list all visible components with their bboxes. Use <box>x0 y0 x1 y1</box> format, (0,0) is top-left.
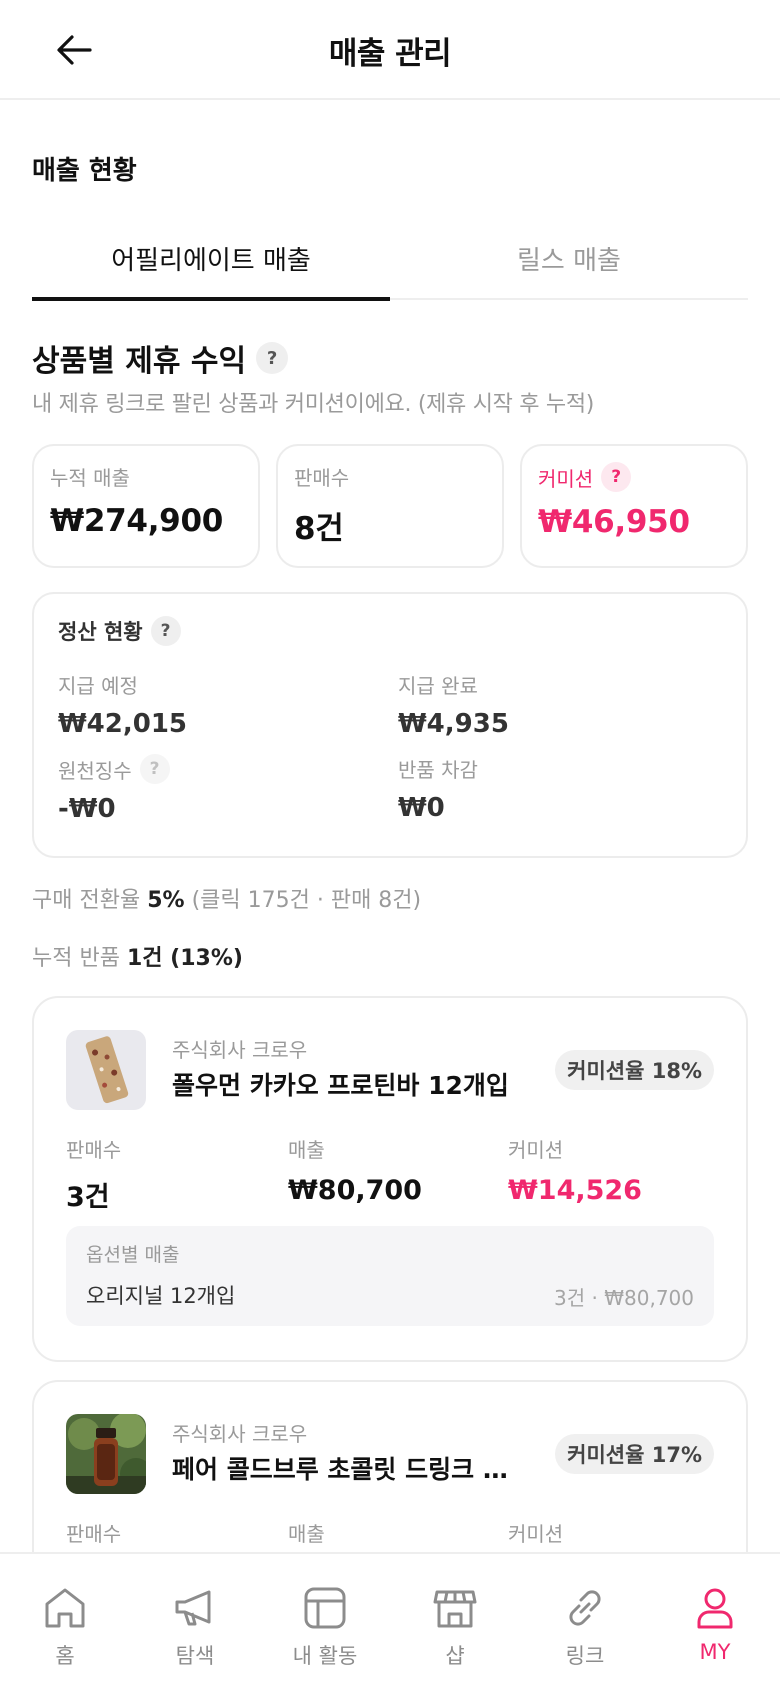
scheduled-value: ₩42,015 <box>58 709 188 739</box>
product-sales: 판매수 3건 <box>66 1134 121 1214</box>
nav-home[interactable]: 홈 <box>0 1554 130 1688</box>
layout-icon <box>301 1584 349 1632</box>
return-deduction: 반품 차감 ₩0 <box>398 754 478 823</box>
product-sales-label: 판매수 <box>66 1522 122 1546</box>
nav-shop-label: 샵 <box>445 1644 465 1668</box>
return-deduction-value: ₩0 <box>398 793 445 823</box>
sales-count-label: 판매수 <box>294 466 350 490</box>
settlement-title: 정산 현황 ? <box>58 616 181 646</box>
product-name: 페어 콜드브루 초콜릿 드링크 1... <box>172 1455 522 1484</box>
withholding-label: 원천징수 <box>58 758 132 783</box>
option-sales-header: 옵션별 매출 <box>86 1244 180 1266</box>
product-revenue: 매출 <box>288 1518 325 1547</box>
nav-activity-label: 내 활동 <box>292 1644 358 1668</box>
bottom-nav: 홈 탐색 내 활동 샵 링크 MY <box>0 1552 780 1688</box>
product-revenue-value: ₩80,700 <box>288 1175 422 1206</box>
link-icon <box>561 1584 609 1632</box>
page-title: 매출 관리 <box>328 36 452 72</box>
product-sales: 판매수 <box>66 1518 121 1547</box>
profit-title: 상품별 제휴 수익 ? <box>32 336 289 380</box>
conversion-rate: 구매 전환율 5% (클릭 175건 · 판매 8건) <box>32 882 421 914</box>
sales-count-card: 판매수 8건 <box>276 444 504 568</box>
withholding-value: -₩0 <box>58 794 116 824</box>
withholding: 원천징수 ? -₩0 <box>58 754 170 824</box>
completed-value: ₩4,935 <box>398 709 509 739</box>
conversion-label: 구매 전환율 <box>32 888 141 913</box>
cumulative-sales-card: 누적 매출 ₩274,900 <box>32 444 260 568</box>
commission-card: 커미션 ? ₩46,950 <box>520 444 748 568</box>
product-commission-value: ₩14,526 <box>508 1175 642 1206</box>
product-revenue-label: 매출 <box>288 1138 325 1162</box>
product-sales-label: 판매수 <box>66 1138 122 1162</box>
company-name: 주식회사 크로우 <box>172 1038 308 1062</box>
profit-description: 내 제휴 링크로 팔린 상품과 커미션이에요. (제휴 시작 후 누적) <box>32 392 595 417</box>
product-commission: 커미션 ₩14,526 <box>508 1134 642 1206</box>
commission-rate-badge: 커미션율 17% <box>555 1434 714 1474</box>
product-commission-label: 커미션 <box>508 1522 564 1546</box>
product-thumbnail <box>66 1030 146 1110</box>
completed-label: 지급 완료 <box>398 674 478 698</box>
user-icon <box>691 1584 739 1632</box>
sales-tabs: 어필리에이트 매출 릴스 매출 <box>32 228 748 301</box>
nav-my[interactable]: MY <box>650 1554 780 1688</box>
product-card[interactable]: 주식회사 크로우 폴우먼 카카오 프로틴바 12개입 커미션율 18% 판매수 … <box>32 996 748 1362</box>
tab-reels-sales[interactable]: 릴스 매출 <box>390 228 748 298</box>
option-sales-box: 옵션별 매출 오리지널 12개입 3건 · ₩80,700 <box>66 1226 714 1326</box>
scheduled-label: 지급 예정 <box>58 674 138 698</box>
return-deduction-label: 반품 차감 <box>398 758 478 782</box>
commission-label-row: 커미션 ? <box>538 462 730 492</box>
profit-title-text: 상품별 제휴 수익 <box>32 344 247 379</box>
product-revenue-label: 매출 <box>288 1522 325 1546</box>
option-value: 3건 · ₩80,700 <box>554 1286 694 1310</box>
cumulative-sales-label: 누적 매출 <box>50 466 130 490</box>
product-sales-value: 3건 <box>66 1182 110 1213</box>
cumulative-sales-value: ₩274,900 <box>50 503 223 539</box>
returns-value: 1건 (13%) <box>126 946 243 971</box>
nav-activity[interactable]: 내 활동 <box>260 1554 390 1688</box>
product-name: 폴우먼 카카오 프로틴바 12개입 <box>172 1071 509 1100</box>
home-icon <box>41 1584 89 1632</box>
conversion-value: 5% <box>147 888 185 913</box>
nav-link[interactable]: 링크 <box>520 1554 650 1688</box>
settlement-title-text: 정산 현황 <box>58 620 143 644</box>
sales-count-value: 8건 <box>294 511 344 547</box>
commission-rate-badge: 커미션율 18% <box>555 1050 714 1090</box>
tab-affiliate-sales[interactable]: 어필리에이트 매출 <box>32 228 390 301</box>
product-commission: 커미션 <box>508 1518 563 1547</box>
commission-label: 커미션 <box>538 466 594 491</box>
nav-shop[interactable]: 샵 <box>390 1554 520 1688</box>
settlement-card: 정산 현황 ? 지급 예정 ₩42,015 지급 완료 ₩4,935 원천징수 … <box>32 592 748 858</box>
scheduled-payment: 지급 예정 ₩42,015 <box>58 670 187 739</box>
section-title: 매출 현황 <box>32 156 137 186</box>
completed-payment: 지급 완료 ₩4,935 <box>398 670 509 739</box>
option-name: 오리지널 12개입 <box>86 1284 236 1308</box>
nav-link-label: 링크 <box>565 1644 605 1668</box>
withholding-label-row: 원천징수 ? <box>58 754 170 784</box>
product-commission-label: 커미션 <box>508 1138 564 1162</box>
commission-value: ₩46,950 <box>538 504 690 540</box>
returns-label: 누적 반품 <box>32 946 120 971</box>
store-icon <box>431 1584 479 1632</box>
nav-explore[interactable]: 탐색 <box>130 1554 260 1688</box>
nav-home-label: 홈 <box>55 1644 75 1668</box>
product-revenue: 매출 ₩80,700 <box>288 1134 422 1206</box>
conversion-detail: (클릭 175건 · 판매 8건) <box>191 888 422 913</box>
help-icon[interactable]: ? <box>256 342 289 374</box>
settlement-help-icon[interactable]: ? <box>150 616 181 646</box>
megaphone-icon <box>171 1584 219 1632</box>
company-name: 주식회사 크로우 <box>172 1422 308 1446</box>
app-header: 매출 관리 <box>0 0 780 100</box>
withholding-help-icon[interactable]: ? <box>139 754 170 784</box>
commission-help-icon[interactable]: ? <box>601 462 632 492</box>
nav-my-label: MY <box>699 1640 731 1664</box>
nav-explore-label: 탐색 <box>175 1644 215 1668</box>
cumulative-returns: 누적 반품 1건 (13%) <box>32 940 243 972</box>
product-thumbnail <box>66 1414 146 1494</box>
